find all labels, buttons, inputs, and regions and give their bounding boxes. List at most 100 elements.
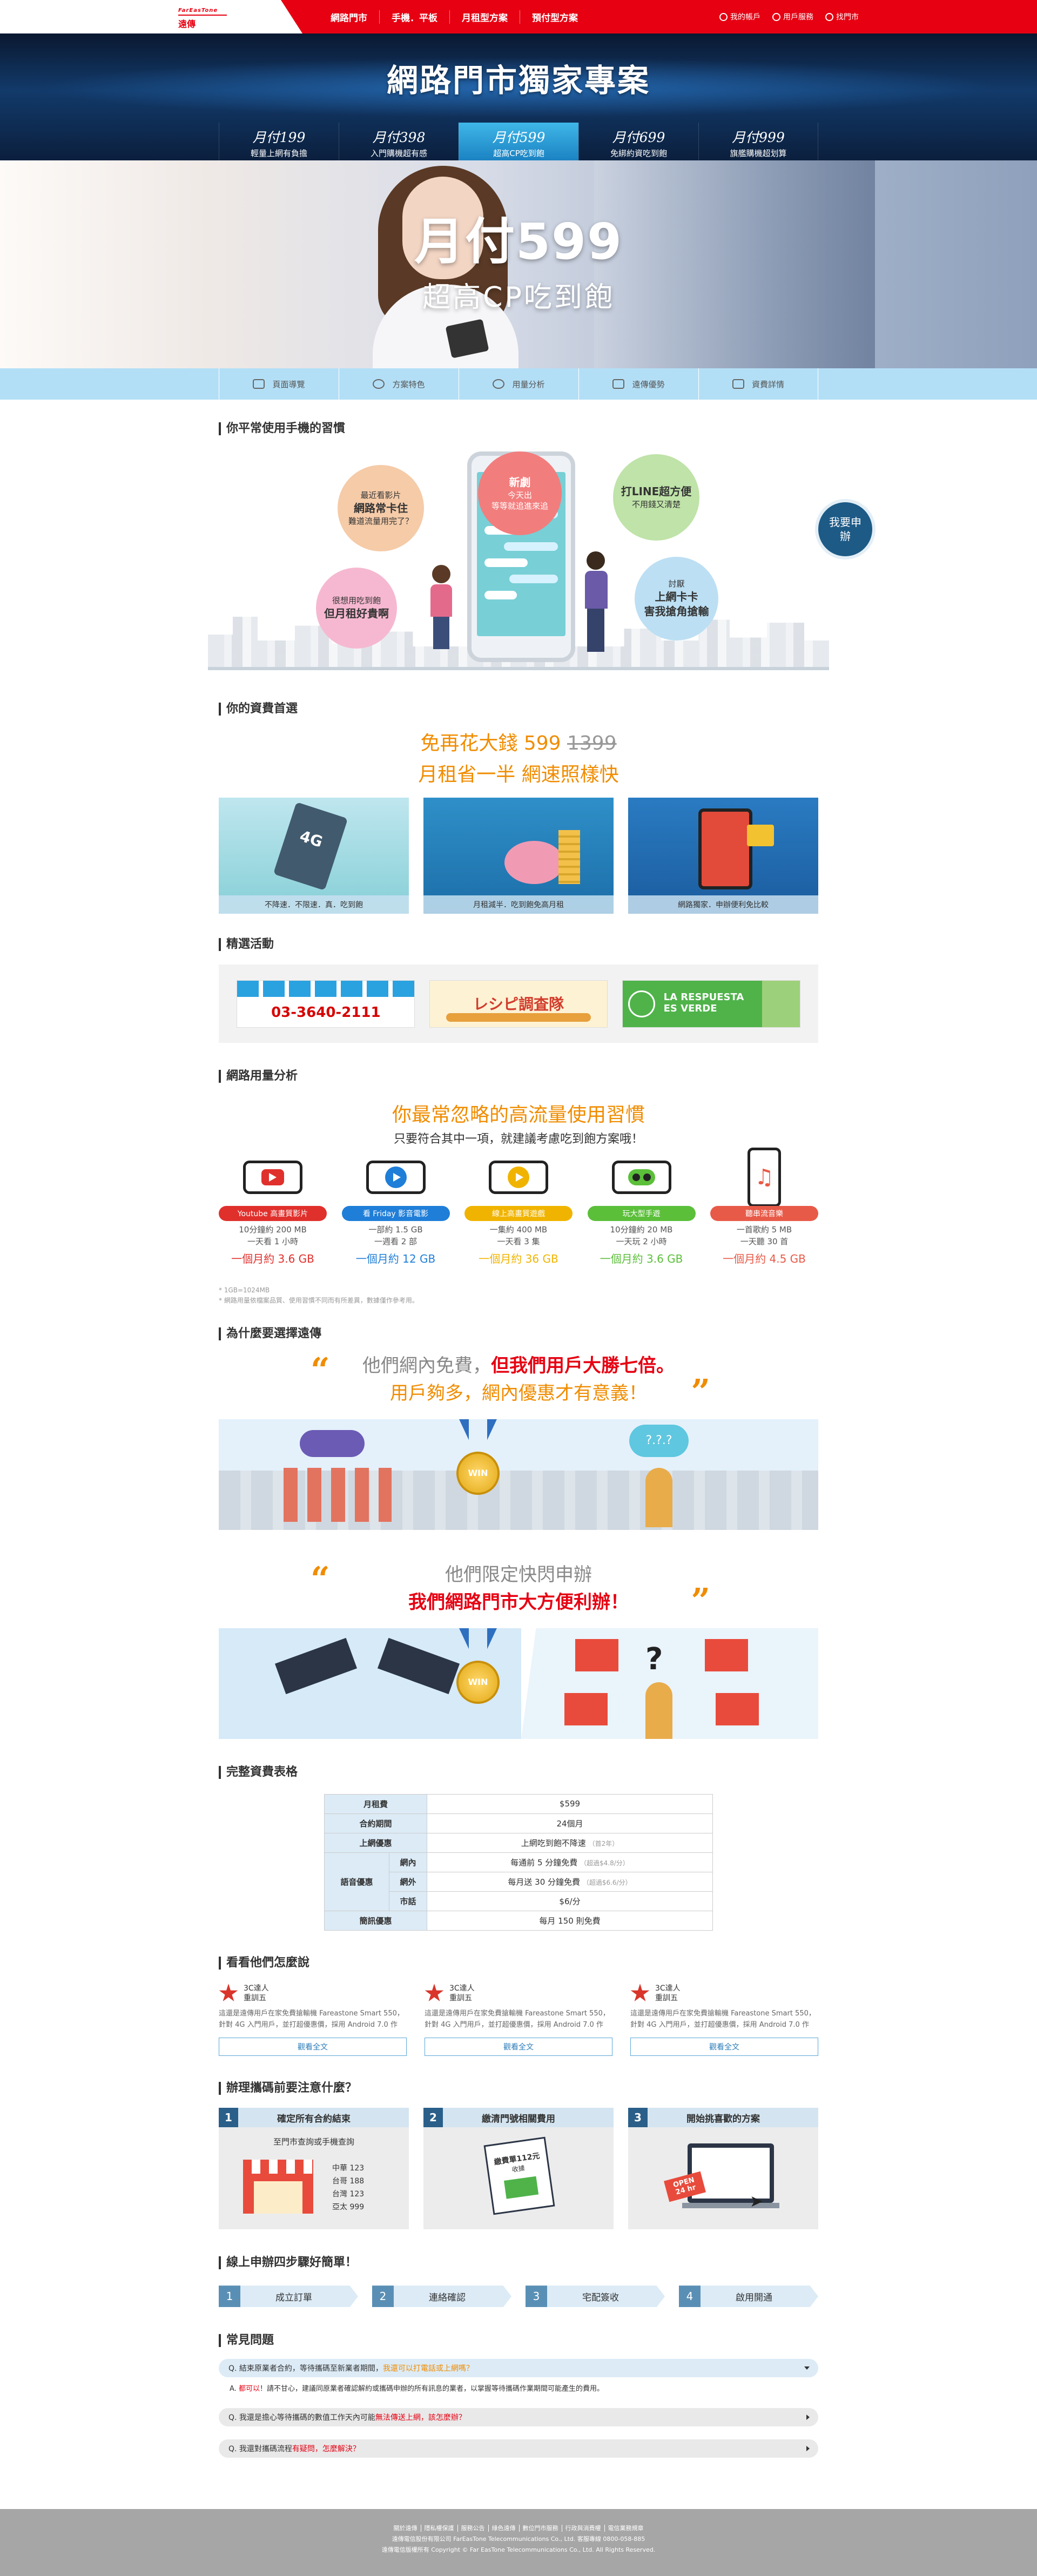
apply-step-4: 4 啟用開通 <box>679 2285 818 2308</box>
apply-steps-section: 線上申辦四步驟好簡單！ 1 成立訂單 2 連絡確認 3 宅配簽收 4 啟用開通 <box>219 2256 818 2308</box>
chevron-right-icon <box>806 2446 810 2452</box>
thought-bubble: ?.?.? <box>629 1424 689 1457</box>
brand-logo[interactable]: FarEasTone 遠傳 <box>178 8 227 29</box>
section-nav-usage[interactable]: 用量分析 <box>459 368 578 400</box>
usage-notes: * 1GB=1024MB * 網路用量依檔案品質、使用習慣不同而有所差異，數據僅… <box>219 1286 419 1304</box>
usage-title: 網路用量分析 <box>219 1070 818 1083</box>
why-quote-1: “ 他們網內免費，但我們用戶大勝七倍。 用戶夠多，網內優惠才有意義！ ” <box>219 1350 818 1411</box>
apply-step-1: 1 成立訂單 <box>219 2285 358 2308</box>
read-more-button[interactable]: 觀看全文 <box>219 2038 407 2056</box>
top-nav-monthly[interactable]: 月租型方案 <box>450 10 520 24</box>
customer-service-link[interactable]: 用戶服務 <box>772 11 813 22</box>
footer-company: 遠傳電信股份有限公司 FarEasTone Telecommunications… <box>392 2535 645 2543</box>
faq-question[interactable]: Q. 結束原業者合約，等待攜碼至新業者期間， 我還可以打電話或上網嗎？ <box>219 2359 818 2378</box>
why-scene-2: WIN ? <box>219 1628 818 1739</box>
usage-tag: 線上高畫質遊戲 <box>464 1206 573 1221</box>
why-title: 為什麼要選擇遠傳 <box>219 1327 818 1340</box>
section-nav-rates[interactable]: 資費詳情 <box>698 368 818 400</box>
usage-subheadline: 只要符合其中一項，就建議考慮吃到飽方案哦！ <box>393 1132 643 1146</box>
woman-character <box>430 565 452 651</box>
rate-headline: 免再花大錢 599 1399 <box>420 732 617 754</box>
footer-link[interactable]: 綠色遠傳 <box>488 2525 520 2532</box>
rate-table: 月租費 $599 合約期間 24個月 上網優惠 上網吃到飽不降速 （首2年） 語音優惠… <box>324 1793 713 1931</box>
top-nav-phones[interactable]: 手機．平板 <box>380 10 450 24</box>
porting-tip-2: 2 繳清門號相關費用 繳費單112元 收據 <box>423 2108 614 2230</box>
footer-link[interactable]: 電信業務規章 <box>605 2525 647 2532</box>
footer-link[interactable]: 行政與消費權 <box>562 2525 605 2532</box>
section-nav-advantage[interactable]: 遠傳優勢 <box>578 368 698 400</box>
habit-bubble-unlimited: 很想用吃到飽 但月租好貴啊 <box>316 568 397 649</box>
usage-total: 一個月約 3.6 GB <box>231 1252 314 1265</box>
porting-tip-3: 3 開始挑喜歡的方案 OPEN 24 hr ➤ <box>628 2108 818 2230</box>
footer-link[interactable]: 服務公告 <box>457 2525 489 2532</box>
signal-icon <box>612 379 625 389</box>
apply-now-button[interactable]: 我要申辦 <box>818 502 872 556</box>
hero-title: 網路門市獨家專案 <box>386 62 650 99</box>
habits-section: 你平常使用手機的習慣 最近看影片 網路常卡住 難道流量用完了？ 新劇 今天出 等… <box>208 422 829 670</box>
plan-tab-999[interactable]: 月付999 旗艦購機超划算 <box>698 123 818 160</box>
top-bar: FarEasTone 遠傳 網路門市 手機．平板 月租型方案 預付型方案 我的帳… <box>0 0 1037 33</box>
usage-item-hd-game: 線上高畫質遊戲 一集約 400 MB 一天看 3 集 一個月約 36 GB <box>464 1161 573 1266</box>
folder-icon <box>732 379 744 389</box>
read-more-button[interactable]: 觀看全文 <box>630 2038 818 2056</box>
activity-banner-phone[interactable]: 03-3640-2111 <box>237 980 415 1028</box>
faq-item-3: Q. 我還對攜碼流程 有疑問，怎麼解決？ <box>219 2439 818 2458</box>
my-account-link[interactable]: 我的帳戶 <box>719 11 760 22</box>
section-nav: 頁面導覽 方案特色 用量分析 遠傳優勢 資費詳情 <box>0 368 1037 400</box>
footer-link[interactable]: 隱私權保護 <box>421 2525 458 2532</box>
usage-total: 一個月約 36 GB <box>479 1252 558 1265</box>
carrier-codes: 中華 123 台哥 188 台灣 123 亞太 999 <box>332 2164 365 2211</box>
footer-link[interactable]: 數位門市服務 <box>519 2525 562 2532</box>
find-store-link[interactable]: 找門市 <box>825 11 859 22</box>
play-circle-icon <box>489 1161 548 1194</box>
footer-link[interactable]: 關於遠傳 <box>390 2525 421 2532</box>
rate-card-half-price: 月租減半．吃到飽免高月租 <box>423 798 614 914</box>
review-card: 3C達人 重訓五 這還是遠傳用戶在家免費搶輸機 Fareastone Smart … <box>219 1984 407 2056</box>
usage-item-friday: 看 Friday 影音電影 一部約 1.5 GB 一週看 2 部 一個月約 12… <box>341 1161 450 1266</box>
plan-tab-199[interactable]: 月付199 輕量上網有負擔 <box>219 123 339 160</box>
plan-tab-699[interactable]: 月付699 免綁約資吃到飽 <box>578 123 698 160</box>
faq-question[interactable]: Q. 我還是擔心等待攜碼的數值工作天內可能 無法傳送上網，該怎麼辦？ <box>219 2408 818 2427</box>
faq-section: 常見問題 Q. 結束原業者合約，等待攜碼至新業者期間， 我還可以打電話或上網嗎？ … <box>219 2334 818 2458</box>
top-nav-store[interactable]: 網路門市 <box>319 10 380 24</box>
faq-question[interactable]: Q. 我還對攜碼流程 有疑問，怎麼解決？ <box>219 2439 818 2458</box>
music-note-icon: ♫ <box>748 1148 781 1207</box>
activity-banner-recipe[interactable]: レシピ調査隊 <box>429 980 608 1028</box>
apply-step-3: 3 宅配簽收 <box>526 2285 665 2308</box>
gamepad-icon <box>611 1161 671 1194</box>
section-nav-features[interactable]: 方案特色 <box>339 368 459 400</box>
habit-bubble-line: 打LINE超方便 不用錢又清楚 <box>613 454 699 541</box>
table-row: 合約期間 24個月 <box>324 1813 713 1833</box>
porting-tips-title: 辦理攜碼前要注意什麼？ <box>219 2082 818 2095</box>
quote-open-icon: “ <box>311 1559 330 1599</box>
table-row: 上網優惠 上網吃到飽不降速 （首2年） <box>324 1832 713 1853</box>
logo-text-en: FarEasTone <box>178 8 218 14</box>
main-content: 你平常使用手機的習慣 最近看影片 網路常卡住 難道流量用完了？ 新劇 今天出 等… <box>208 422 829 2458</box>
reviews-section: 看看他們怎麼說 3C達人 重訓五 這還是遠傳用戶在家免費搶輸機 Fareaston… <box>219 1956 818 2056</box>
usage-headline: 你最常忽略的高流量使用習慣 <box>392 1104 645 1126</box>
promo-banner: 月付599 超高CP吃到飽 <box>0 160 1037 368</box>
table-row: 簡訊優惠 每月 150 則免費 <box>324 1910 713 1931</box>
porting-tips: 1 確定所有合約結束 至門市查詢或手機查詢 中華 123 台哥 188 台灣 123 亞… <box>219 2108 818 2230</box>
usage-section: 網路用量分析 你最常忽略的高流量使用習慣 只要符合其中一項，就建議考慮吃到飽方案… <box>219 1070 818 1306</box>
footer-links: 關於遠傳 隱私權保護 服務公告 綠色遠傳 數位門市服務 行政與消費權 電信業務規章 <box>0 2523 1037 2534</box>
rate-table-title: 完整資費表格 <box>219 1765 818 1779</box>
plan-tab-599[interactable]: 月付599 超高CP吃到飽 <box>459 123 578 160</box>
magnifier-icon <box>493 379 505 389</box>
usage-total: 一個月約 3.6 GB <box>600 1252 683 1265</box>
plan-tabs: 月付199 輕量上網有負擔 月付398 入門購機超有感 月付599 超高CP吃到飽 月… <box>0 123 1037 160</box>
banner-headline: 月付599 超高CP吃到飽 <box>0 217 1037 315</box>
reviews-title: 看看他們怎麼說 <box>219 1956 818 1970</box>
top-nav-prepaid[interactable]: 預付型方案 <box>520 10 590 24</box>
faq-item-2: Q. 我還是擔心等待攜碼的數值工作天內可能 無法傳送上網，該怎麼辦？ <box>219 2408 818 2427</box>
read-more-button[interactable]: 觀看全文 <box>425 2038 612 2056</box>
usage-item-music: ♫ 聽串流音樂 一首歌約 5 MB 一天聽 30 首 一個月約 4.5 GB <box>710 1148 818 1266</box>
rate-card-online-exclusive: 網路獨家．申辦便利免比較 <box>628 798 818 914</box>
habits-title: 你平常使用手機的習慣 <box>219 422 818 435</box>
plan-tab-398[interactable]: 月付398 入門購機超有感 <box>339 123 459 160</box>
section-nav-guide[interactable]: 頁面導覽 <box>219 368 339 400</box>
faq-title: 常見問題 <box>219 2334 818 2348</box>
man-character <box>585 551 608 654</box>
star-icon <box>373 379 385 389</box>
activity-banner-verde[interactable]: LA RESPUESTA ES VERDE <box>622 980 800 1028</box>
